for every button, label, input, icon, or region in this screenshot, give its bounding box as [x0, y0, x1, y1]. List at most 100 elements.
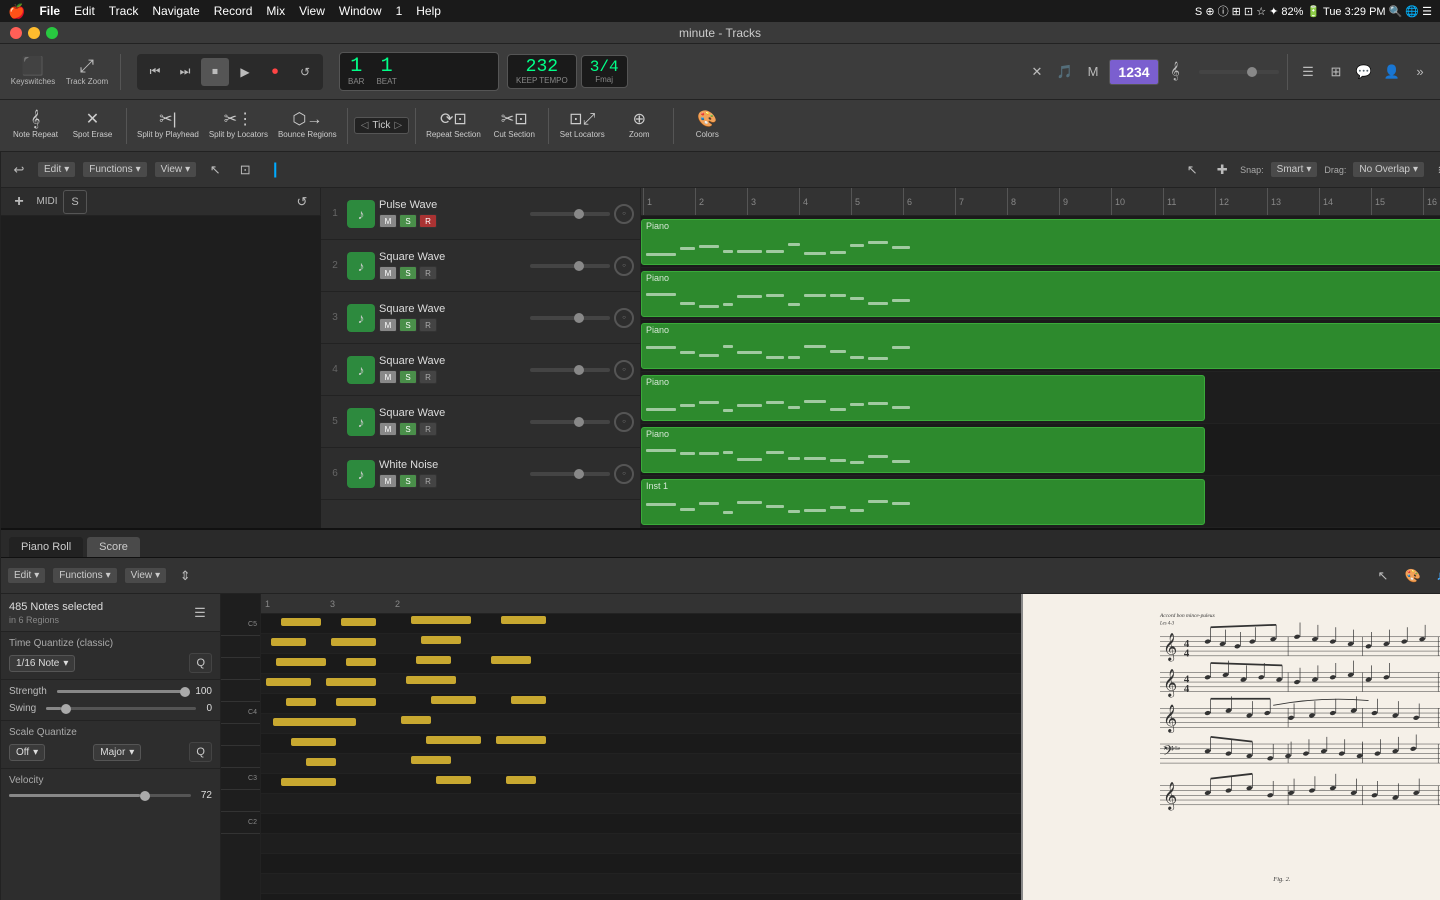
edit-dropdown[interactable]: Edit ▾: [37, 161, 76, 178]
keyswitches-btn[interactable]: ⬛ Keyswitches: [8, 48, 58, 96]
track-tool1[interactable]: ↖: [203, 158, 227, 182]
menu-edit[interactable]: Track: [109, 4, 139, 18]
track-header-3[interactable]: 3 ♪ Square Wave M S R ○: [321, 292, 640, 344]
pr-note-25[interactable]: [491, 656, 531, 664]
strength-slider[interactable]: [57, 690, 186, 693]
functions-dropdown[interactable]: Functions ▾: [82, 161, 147, 178]
time-sig-display[interactable]: 3/4 Fmaj: [581, 55, 628, 88]
pr-note-19[interactable]: [431, 696, 476, 704]
pr-note-11[interactable]: [321, 718, 356, 726]
piano-key-3[interactable]: [221, 680, 260, 702]
zoom-btn[interactable]: ⊕ Zoom: [612, 104, 667, 148]
loop-icon[interactable]: ↺: [290, 190, 314, 214]
track-s-4[interactable]: S: [399, 370, 417, 384]
track-header-5[interactable]: 5 ♪ Square Wave M S R ○: [321, 396, 640, 448]
track-vol-6[interactable]: [530, 472, 610, 476]
rewind-btn[interactable]: ⏮: [141, 58, 169, 86]
chat-icon[interactable]: 💬: [1352, 60, 1376, 84]
track-vol-thumb-5[interactable]: [574, 417, 584, 427]
nudge-left-arrow[interactable]: ◁: [361, 120, 369, 131]
minimize-button[interactable]: [28, 27, 40, 39]
pr-note-23[interactable]: [436, 776, 471, 784]
pr-view-dropdown[interactable]: View ▾: [124, 567, 168, 584]
track-r-6[interactable]: R: [419, 474, 437, 488]
spot-erase-btn[interactable]: ✕ Spot Erase: [65, 104, 120, 148]
track-r-4[interactable]: R: [419, 370, 437, 384]
menu-file[interactable]: Edit: [74, 4, 95, 18]
piano-key-9[interactable]: C2: [221, 812, 260, 834]
pr-cursor-icon[interactable]: ↖: [1371, 564, 1395, 588]
track-r-2[interactable]: R: [419, 266, 437, 280]
track-vol-3[interactable]: [530, 316, 610, 320]
counter-display[interactable]: 1 BAR 1 BEAT: [339, 52, 499, 91]
pr-expand-icon[interactable]: ⇕: [173, 564, 197, 588]
pitch-btn[interactable]: 𝄞: [1163, 60, 1187, 84]
add-track-btn[interactable]: +: [7, 190, 31, 214]
maximize-button[interactable]: [46, 27, 58, 39]
cursor-tool[interactable]: ↖: [1180, 158, 1204, 182]
pr-note-13[interactable]: [306, 758, 336, 766]
track-header-1[interactable]: 1 ♪ Pulse Wave M S R ○: [321, 188, 640, 240]
pr-note-22[interactable]: [411, 756, 451, 764]
nudge-right-arrow[interactable]: ▷: [394, 120, 402, 131]
fast-forward-btn[interactable]: ⏭: [171, 58, 199, 86]
pr-collapse-btn[interactable]: ☰: [188, 601, 212, 625]
track-vol-thumb-4[interactable]: [574, 365, 584, 375]
pr-note-10[interactable]: [336, 698, 376, 706]
track-vol-4[interactable]: [530, 368, 610, 372]
tracks-back-icon[interactable]: ↩: [7, 158, 31, 182]
pencil-tool[interactable]: ✚: [1210, 158, 1234, 182]
tempo-display[interactable]: 232 KEEP TEMPO: [507, 54, 577, 89]
menu-navigate[interactable]: Record: [214, 4, 253, 18]
master-vol-thumb[interactable]: [1247, 67, 1257, 77]
scale-major-dropdown[interactable]: Major ▾: [93, 744, 141, 761]
track-r-3[interactable]: R: [419, 318, 437, 332]
bounce-regions-btn[interactable]: ⬡→ Bounce Regions: [274, 104, 341, 148]
track-knob-4[interactable]: ○: [614, 360, 634, 380]
track-zoom-btn[interactable]: ⤢ Track Zoom: [62, 48, 112, 96]
track-m-6[interactable]: M: [379, 474, 397, 488]
stop-btn[interactable]: ⏹: [201, 58, 229, 86]
track-s-6[interactable]: S: [399, 474, 417, 488]
velocity-slider[interactable]: [9, 794, 191, 797]
more-icon[interactable]: »: [1408, 60, 1432, 84]
track-vol-5[interactable]: [530, 420, 610, 424]
piano-key-5[interactable]: [221, 724, 260, 746]
pr-note-1[interactable]: [271, 638, 306, 646]
tuner-btn[interactable]: 🎵: [1053, 60, 1077, 84]
midi-region-6[interactable]: Inst 1: [641, 479, 1205, 525]
cut-section-btn[interactable]: ✂⊡ Cut Section: [487, 104, 542, 148]
smart-tempo-btn[interactable]: 1234: [1109, 59, 1159, 85]
piano-key-6[interactable]: [221, 746, 260, 768]
track-knob-1[interactable]: ○: [614, 204, 634, 224]
track-knob-2[interactable]: ○: [614, 256, 634, 276]
track-s-3[interactable]: S: [399, 318, 417, 332]
smart-btn2[interactable]: S: [63, 190, 87, 214]
view-dropdown[interactable]: View ▾: [154, 161, 198, 178]
swing-slider[interactable]: [46, 707, 196, 710]
repeat-section-btn[interactable]: ⟳⊡ Repeat Section: [422, 104, 485, 148]
track-header-6[interactable]: 6 ♪ White Noise M S R ○: [321, 448, 640, 500]
cycle-btn[interactable]: ↺: [291, 58, 319, 86]
piano-key-1[interactable]: [221, 636, 260, 658]
pr-functions-dropdown[interactable]: Functions ▾: [52, 567, 117, 584]
play-btn[interactable]: ▶: [231, 58, 259, 86]
piano-key-8[interactable]: [221, 790, 260, 812]
person-icon[interactable]: 👤: [1380, 60, 1404, 84]
menu-track[interactable]: Navigate: [152, 4, 199, 18]
split-locators-btn[interactable]: ✂⋮ Split by Locators: [205, 104, 272, 148]
midi-in-btn[interactable]: M: [1081, 60, 1105, 84]
pr-note-21[interactable]: [426, 736, 481, 744]
pr-note-12[interactable]: [291, 738, 336, 746]
pr-note-27[interactable]: [496, 736, 546, 744]
track-tool3[interactable]: |: [263, 158, 287, 182]
track-s-1[interactable]: S: [399, 214, 417, 228]
pr-note-8[interactable]: [346, 658, 376, 666]
track-m-4[interactable]: M: [379, 370, 397, 384]
midi-region-3[interactable]: Piano: [641, 323, 1440, 369]
midi-region-4[interactable]: Piano: [641, 375, 1205, 421]
midi-region-2[interactable]: Piano: [641, 271, 1440, 317]
note-repeat-btn[interactable]: 𝄞 Note Repeat: [8, 104, 63, 148]
pr-note-5[interactable]: [273, 718, 328, 726]
waveform-icon[interactable]: ≋: [1431, 158, 1440, 182]
